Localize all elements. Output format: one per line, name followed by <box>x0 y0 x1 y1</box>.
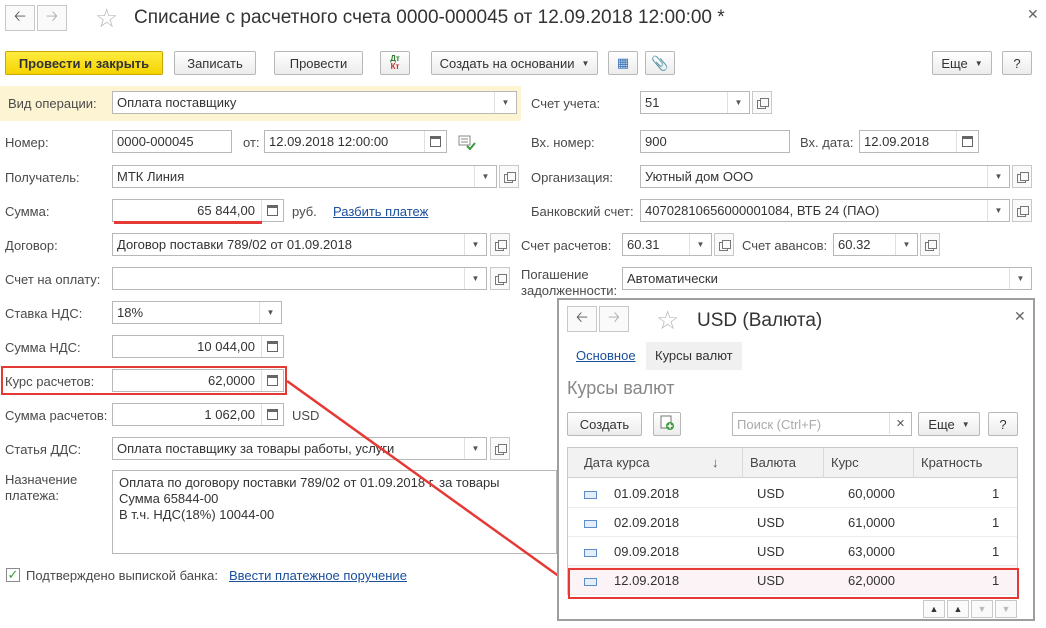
favorite-star-icon[interactable]: ☆ <box>656 307 679 333</box>
section-title: Курсы валют <box>567 378 675 398</box>
column-header-currency[interactable]: Валюта <box>743 448 824 478</box>
cell-rate: 63,0000 <box>848 544 895 559</box>
row-icon <box>584 537 597 566</box>
create-rate-button[interactable]: Создать <box>567 412 642 436</box>
close-icon[interactable]: ✕ <box>1014 308 1026 325</box>
scroll-first-button[interactable]: ▲ <box>923 600 945 618</box>
cell-currency: USD <box>757 544 785 559</box>
cell-currency: USD <box>757 486 785 501</box>
back-button[interactable]: 🡠 <box>567 306 597 332</box>
sort-down-icon: ↓ <box>712 455 719 470</box>
forward-button[interactable]: 🡢 <box>599 306 629 332</box>
chevron-down-icon: ▼ <box>961 419 970 429</box>
scroll-bottom-icon: ▼ <box>1001 604 1011 614</box>
more-button[interactable]: Еще ▼ <box>918 412 980 436</box>
table-row[interactable]: 02.09.2018 USD 61,0000 1 <box>568 508 1017 537</box>
cell-rate: 60,0000 <box>848 486 895 501</box>
column-header-multiplier[interactable]: Кратность <box>914 448 1017 478</box>
currency-window-title: USD (Валюта) <box>697 310 823 331</box>
column-header-rate[interactable]: Курс <box>824 448 914 478</box>
cell-date: 09.09.2018 <box>614 544 680 559</box>
tab-main[interactable]: Основное <box>576 348 636 363</box>
table-row[interactable]: 09.09.2018 USD 63,0000 1 <box>568 537 1017 566</box>
search-placeholder: Поиск (Ctrl+F) <box>737 416 822 432</box>
more-label: Еще <box>928 416 955 432</box>
column-header-date[interactable]: Дата курса ↓ <box>568 448 743 478</box>
row-icon <box>584 479 597 508</box>
scroll-top-icon: ▲ <box>929 604 939 614</box>
add-copy-button[interactable] <box>653 412 681 436</box>
cell-multiplier: 1 <box>992 515 1000 530</box>
table-row[interactable]: 01.09.2018 USD 60,0000 1 <box>568 479 1017 508</box>
cell-rate: 61,0000 <box>848 515 895 530</box>
cell-currency: USD <box>757 515 785 530</box>
currency-window: 🡠 🡢 ☆ USD (Валюта) ✕ Основное Курсы валю… <box>557 298 1035 621</box>
help-button[interactable]: ? <box>988 412 1018 436</box>
clear-search-icon[interactable]: ✕ <box>889 413 911 434</box>
cell-date: 02.09.2018 <box>614 515 680 530</box>
tab-rates[interactable]: Курсы валют <box>655 348 733 363</box>
arrow-right-icon: 🡢 <box>607 308 621 326</box>
cell-multiplier: 1 <box>992 486 1000 501</box>
arrow-down-icon: ▼ <box>977 604 987 614</box>
arrow-left-icon: 🡠 <box>575 308 589 326</box>
cell-multiplier: 1 <box>992 544 1000 559</box>
search-input[interactable]: Поиск (Ctrl+F) ✕ <box>732 412 912 436</box>
cell-date: 01.09.2018 <box>614 486 680 501</box>
arrow-up-icon: ▲ <box>953 604 963 614</box>
row-icon <box>584 508 597 537</box>
column-date-label: Дата курса <box>584 455 650 470</box>
scroll-last-button[interactable]: ▼ <box>995 600 1017 618</box>
selected-row-highlight <box>568 568 1019 599</box>
table-header: Дата курса ↓ Валюта Курс Кратность <box>568 448 1017 478</box>
scroll-up-button[interactable]: ▲ <box>947 600 969 618</box>
add-document-icon <box>660 415 674 433</box>
scroll-down-button[interactable]: ▼ <box>971 600 993 618</box>
